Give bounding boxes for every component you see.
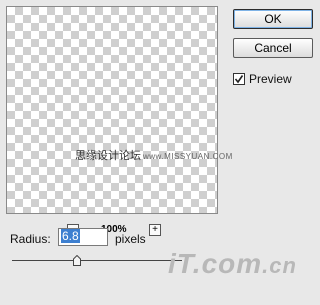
checkmark-icon bbox=[234, 75, 244, 84]
preview-toggle[interactable]: Preview bbox=[233, 72, 292, 86]
cancel-button[interactable]: Cancel bbox=[233, 38, 313, 58]
preview-label: Preview bbox=[249, 72, 292, 86]
radius-input[interactable]: 6.8 bbox=[58, 228, 108, 246]
radius-label: Radius: bbox=[10, 232, 51, 246]
logo-suffix-text: .cn bbox=[262, 253, 297, 278]
ok-button[interactable]: OK bbox=[233, 9, 313, 29]
preview-watermark: 思缘设计论坛 www.MISSYUAN.COM bbox=[75, 147, 233, 163]
watermark-cn: 思缘设计论坛 bbox=[75, 150, 141, 162]
radius-slider-track[interactable] bbox=[12, 260, 182, 261]
radius-slider-thumb[interactable] bbox=[72, 255, 81, 266]
preview-canvas[interactable]: 思缘设计论坛 www.MISSYUAN.COM bbox=[6, 6, 232, 214]
zoom-in-button[interactable]: + bbox=[149, 224, 161, 236]
logo-main-text: iT.com bbox=[168, 248, 263, 279]
radius-unit-label: pixels bbox=[115, 232, 146, 246]
radius-value: 6.8 bbox=[61, 229, 80, 243]
watermark-site: www.MISSYUAN.COM bbox=[143, 152, 233, 161]
logo: iT.com.cn bbox=[168, 248, 297, 280]
preview-checkbox[interactable] bbox=[233, 73, 245, 85]
